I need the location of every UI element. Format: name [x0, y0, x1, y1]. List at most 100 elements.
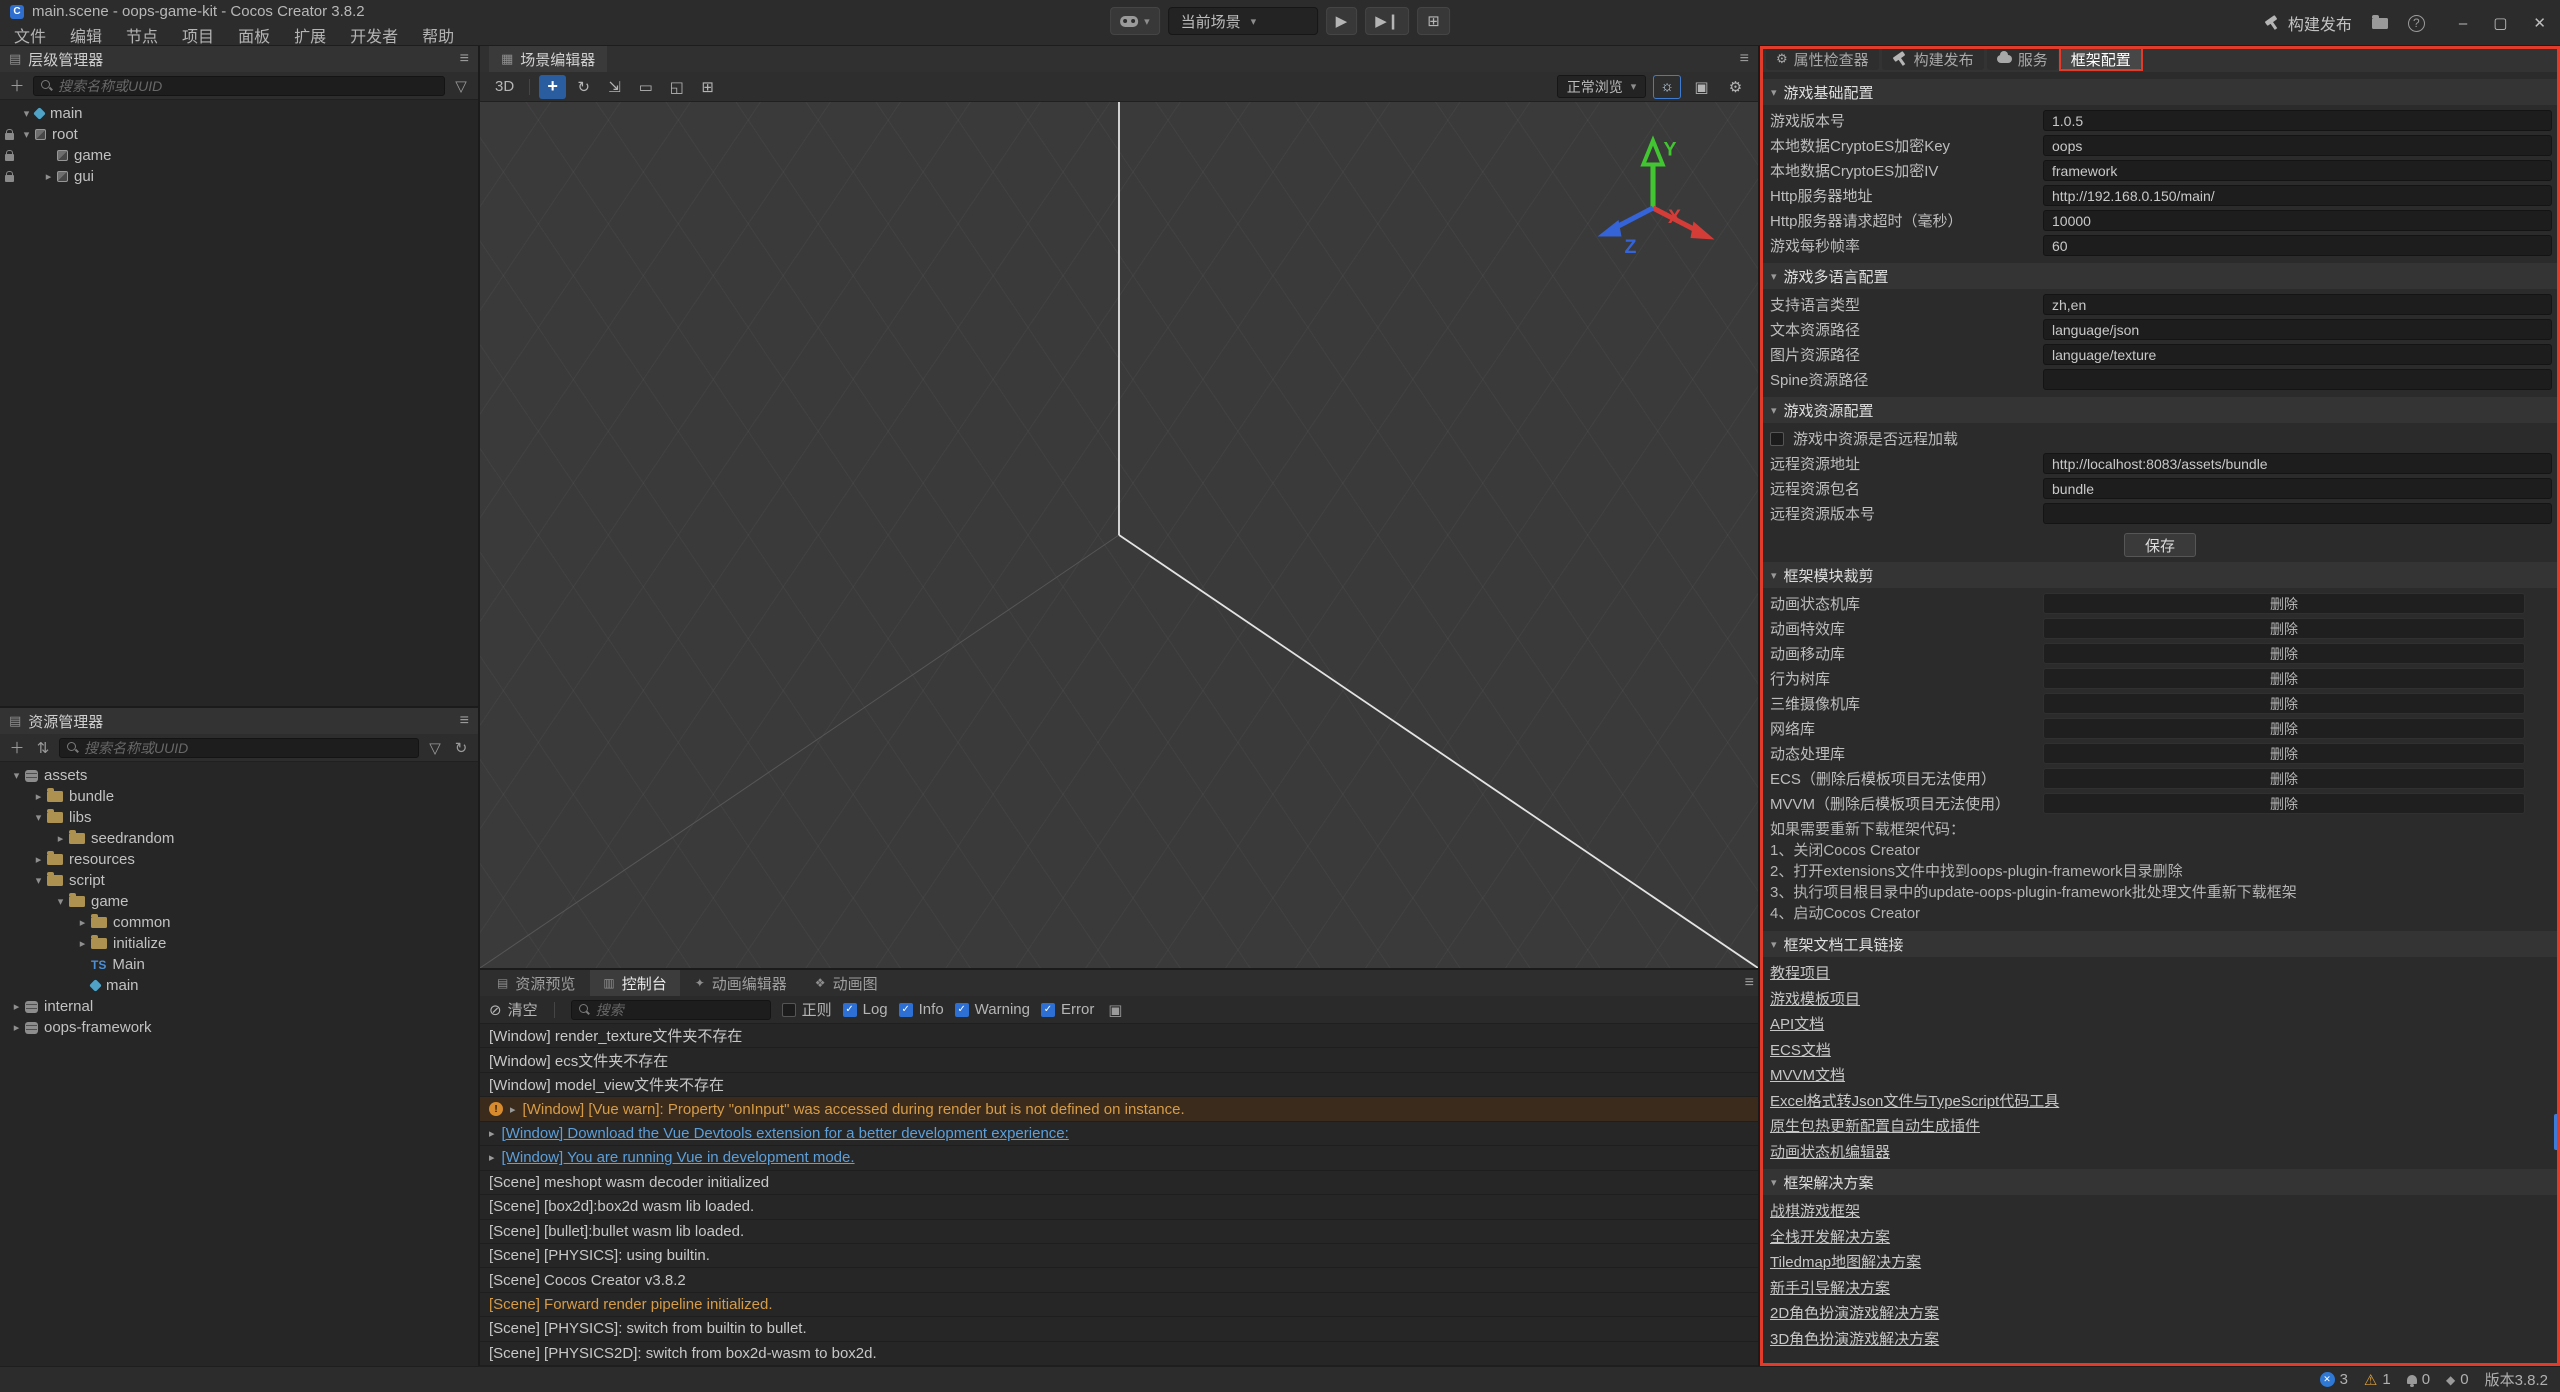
panel-menu-icon[interactable]: ≡ — [460, 50, 469, 68]
minimize-button[interactable]: – — [2459, 15, 2467, 32]
layout-button[interactable]: ⊞ — [1417, 7, 1450, 35]
scene-viewport[interactable]: Y X Z — [480, 102, 1758, 968]
solution-link[interactable]: Tiledmap地图解决方案 — [1768, 1249, 2552, 1275]
assets-tree-row[interactable]: ▾game — [0, 891, 478, 912]
menu-item[interactable]: 开发者 — [338, 22, 410, 48]
inspector-tab[interactable]: 框架配置 — [2061, 48, 2141, 70]
console-log-row[interactable]: !▸[Window] [Vue warn]: Property "onInput… — [480, 1097, 1758, 1121]
expander-icon[interactable]: ▸ — [30, 853, 47, 866]
console-search[interactable] — [571, 1000, 771, 1020]
console-log-row[interactable]: [Scene] Forward render pipeline initiali… — [480, 1293, 1758, 1317]
expander-icon[interactable]: ▾ — [8, 769, 25, 782]
panel-menu-icon[interactable]: ≡ — [1745, 974, 1754, 992]
camera-preview-button[interactable]: ▣ — [1688, 75, 1715, 99]
assets-tree-row[interactable]: ▸resources — [0, 849, 478, 870]
field-input[interactable] — [2043, 160, 2552, 181]
field-input[interactable] — [2043, 294, 2552, 315]
field-input[interactable] — [2043, 235, 2552, 256]
menu-item[interactable]: 节点 — [114, 22, 170, 48]
view-gizmo[interactable]: Y X Z — [1578, 130, 1728, 280]
error-badge[interactable]: ✕ 3 — [2320, 1371, 2348, 1388]
assets-tree-row[interactable]: ▸oops-framework — [0, 1017, 478, 1038]
console-log-row[interactable]: [Scene] [box2d]:box2d wasm lib loaded. — [480, 1195, 1758, 1219]
snap-settings-button[interactable]: ⊞ — [694, 75, 721, 99]
hierarchy-tree-row[interactable]: ▾main — [0, 103, 478, 124]
field-input[interactable] — [2043, 110, 2552, 131]
section-header-basic[interactable]: ▾ 游戏基础配置 — [1760, 79, 2560, 105]
assets-tree-row[interactable]: ▸common — [0, 912, 478, 933]
menu-item[interactable]: 项目 — [170, 22, 226, 48]
delete-module-button[interactable]: 删除 — [2043, 618, 2525, 639]
section-header-language[interactable]: ▾ 游戏多语言配置 — [1760, 263, 2560, 289]
delete-module-button[interactable]: 删除 — [2043, 743, 2525, 764]
console-log-row[interactable]: [Scene] [bullet]:bullet wasm lib loaded. — [480, 1220, 1758, 1244]
expander-icon[interactable]: ▾ — [30, 811, 47, 824]
hierarchy-tree-row[interactable]: game — [0, 145, 478, 166]
expander-icon[interactable]: ▾ — [52, 895, 69, 908]
regex-checkbox[interactable] — [782, 1003, 796, 1017]
console-log-row[interactable]: [Scene] [PHYSICS]: using builtin. — [480, 1244, 1758, 1268]
filter-icon[interactable]: ▽ — [451, 77, 471, 95]
expander-icon[interactable]: ▸ — [52, 832, 69, 845]
console-tab[interactable]: ✦动画编辑器 — [682, 970, 800, 996]
solution-link[interactable]: 全栈开发解决方案 — [1768, 1224, 2552, 1250]
console-log-row[interactable]: [Scene] [PHYSICS2D]: switch from box2d-w… — [480, 1342, 1758, 1366]
field-input[interactable] — [2043, 319, 2552, 340]
solution-link[interactable]: 2D角色扮演游戏解决方案 — [1768, 1300, 2552, 1326]
assets-tree-row[interactable]: ▸seedrandom — [0, 828, 478, 849]
assets-tree-row[interactable]: ▸internal — [0, 996, 478, 1017]
checkbox[interactable]: ✓ — [955, 1003, 969, 1017]
log-filter-info[interactable]: ✓Info — [899, 1001, 944, 1018]
copy-log-button[interactable]: ▣ — [1105, 1001, 1125, 1019]
console-log-row[interactable]: [Scene] [PHYSICS]: switch from builtin t… — [480, 1317, 1758, 1341]
solution-link[interactable]: 战棋游戏框架 — [1768, 1198, 2552, 1224]
add-asset-button[interactable]: ＋ — [7, 737, 27, 758]
console-log-row[interactable]: [Scene] meshopt wasm decoder initialized — [480, 1171, 1758, 1195]
panel-menu-icon[interactable]: ≡ — [460, 712, 469, 730]
expander-icon[interactable]: ▾ — [18, 128, 35, 141]
scale-tool-button[interactable]: ⇲ — [601, 75, 628, 99]
menu-item[interactable]: 文件 — [2, 22, 58, 48]
warning-badge[interactable]: ⚠ 1 — [2364, 1371, 2391, 1389]
menu-item[interactable]: 编辑 — [58, 22, 114, 48]
assets-tree-row[interactable]: ▾libs — [0, 807, 478, 828]
field-input[interactable] — [2043, 344, 2552, 365]
section-header-solutions[interactable]: ▾ 框架解决方案 — [1760, 1169, 2560, 1195]
delete-module-button[interactable]: 删除 — [2043, 718, 2525, 739]
expander-icon[interactable]: ▸ — [74, 937, 91, 950]
add-node-button[interactable]: ＋ — [7, 75, 27, 96]
message-badge[interactable]: 0 — [2407, 1371, 2430, 1388]
remote-load-toggle[interactable]: 游戏中资源是否远程加载 — [1768, 426, 2552, 451]
remote-load-checkbox[interactable] — [1770, 432, 1784, 446]
inspector-tab[interactable]: ⚙属性检查器 — [1766, 48, 1879, 70]
delete-module-button[interactable]: 删除 — [2043, 693, 2525, 714]
hierarchy-search-input[interactable] — [58, 78, 437, 94]
step-button[interactable]: ▶❙ — [1365, 7, 1409, 35]
help-button[interactable]: ? — [2408, 15, 2425, 32]
menu-item[interactable]: 帮助 — [410, 22, 466, 48]
console-log-row[interactable]: [Window] model_view文件夹不存在 — [480, 1073, 1758, 1097]
scene-editor-tab[interactable]: ▦ 场景编辑器 — [489, 46, 607, 72]
console-log-row[interactable]: [Scene] Cocos Creator v3.8.2 — [480, 1268, 1758, 1292]
checkbox[interactable]: ✓ — [1041, 1003, 1055, 1017]
menu-item[interactable]: 面板 — [226, 22, 282, 48]
close-button[interactable]: ✕ — [2533, 14, 2546, 32]
field-input[interactable] — [2043, 210, 2552, 231]
solution-link[interactable]: 3D角色扮演游戏解决方案 — [1768, 1326, 2552, 1352]
scrollbar-thumb[interactable] — [2554, 1114, 2559, 1150]
doc-link[interactable]: Excel格式转Json文件与TypeScript代码工具 — [1768, 1088, 2552, 1114]
console-tab[interactable]: ▥控制台 — [590, 970, 679, 996]
scene-settings-button[interactable]: ⚙ — [1722, 75, 1749, 99]
expand-arrow-icon[interactable]: ▸ — [489, 1151, 495, 1164]
inspector-tab[interactable]: 服务 — [1987, 48, 2058, 70]
assets-tree-row[interactable]: ▸bundle — [0, 786, 478, 807]
scene-select[interactable]: 当前场景 ▾ — [1168, 7, 1318, 35]
expand-arrow-icon[interactable]: ▸ — [489, 1127, 495, 1140]
inspector-tab[interactable]: 构建发布 — [1882, 48, 1984, 70]
delete-module-button[interactable]: 删除 — [2043, 668, 2525, 689]
package-badge[interactable]: ◆ 0 — [2446, 1371, 2469, 1388]
console-tab[interactable]: ❖动画图 — [802, 970, 891, 996]
checkbox[interactable]: ✓ — [899, 1003, 913, 1017]
delete-module-button[interactable]: 删除 — [2043, 643, 2525, 664]
delete-module-button[interactable]: 删除 — [2043, 793, 2525, 814]
